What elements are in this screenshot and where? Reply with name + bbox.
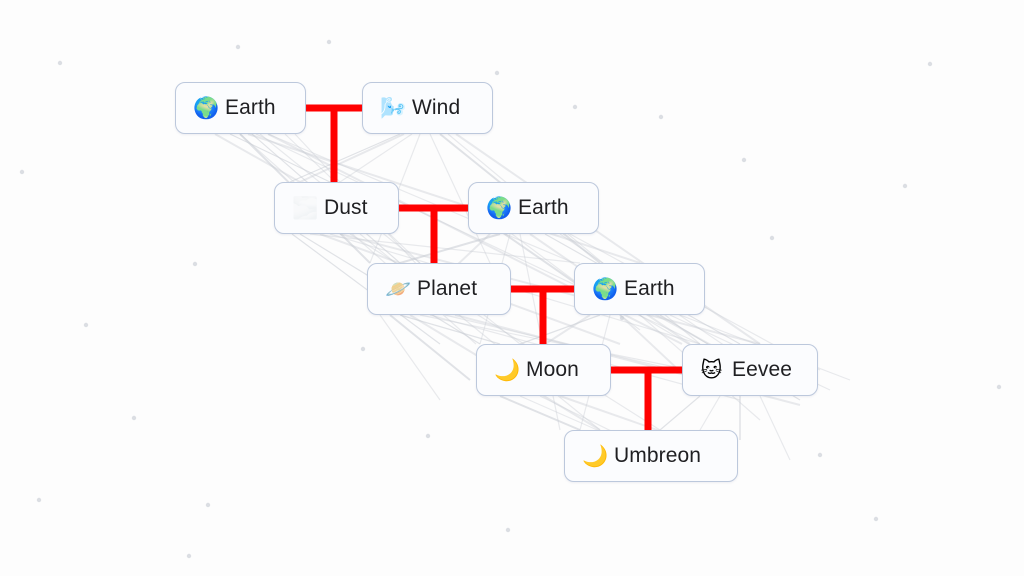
background-dot: [360, 346, 366, 352]
background-dot: [996, 384, 1002, 390]
background-dot: [769, 235, 775, 241]
background-dot: [817, 452, 823, 458]
element-node-moon[interactable]: 🌙 Moon: [476, 344, 611, 396]
element-node-label: Dust: [324, 196, 368, 219]
element-node-label: Eevee: [732, 358, 793, 381]
background-dot: [494, 70, 500, 76]
background-dot: [131, 415, 137, 421]
element-node-label: Earth: [225, 96, 276, 119]
ringed-planet-icon: 🪐: [385, 277, 412, 301]
cat-face-icon: 🐱: [700, 358, 723, 382]
background-dot: [505, 527, 511, 533]
element-node-earth2[interactable]: 🌍 Earth: [468, 182, 599, 234]
background-dot: [572, 104, 578, 110]
element-node-earth3[interactable]: 🌍 Earth: [574, 263, 705, 315]
background-dot: [19, 169, 25, 175]
background-dot: [205, 502, 211, 508]
hint-line: [399, 314, 501, 345]
hint-line: [214, 133, 301, 183]
element-node-wind[interactable]: 🌬️ Wind: [362, 82, 493, 134]
background-dot: [186, 553, 192, 559]
hint-line: [229, 133, 331, 183]
element-node-label: Wind: [412, 96, 461, 119]
recipe-connector-dust: [306, 104, 362, 182]
background-dot: [235, 44, 241, 50]
hint-lines-layer: [214, 133, 851, 461]
element-node-label: Earth: [624, 277, 675, 300]
hint-line: [759, 395, 791, 461]
hint-line: [659, 395, 701, 431]
background-dot: [425, 433, 431, 439]
background-dot: [326, 39, 332, 45]
dust-cloud-icon: 🌫️: [292, 196, 319, 220]
earth-globe-icon: 🌍: [592, 277, 619, 301]
element-node-label: Earth: [518, 196, 569, 219]
background-dot: [902, 183, 908, 189]
background-dot: [83, 322, 89, 328]
hint-line: [519, 233, 561, 431]
earth-globe-icon: 🌍: [193, 96, 220, 120]
background-dot: [873, 516, 879, 522]
hint-line: [379, 314, 441, 401]
element-node-planet[interactable]: 🪐 Planet: [367, 263, 511, 315]
background-dot: [619, 315, 625, 321]
element-node-dust[interactable]: 🌫️ Dust: [274, 182, 399, 234]
background-dot: [57, 60, 63, 66]
hint-line: [339, 133, 413, 183]
recipe-links-layer: [306, 104, 682, 430]
background-dot: [741, 157, 747, 163]
background-dots-layer: [19, 39, 1002, 559]
recipe-connector-moon: [511, 285, 574, 344]
hint-line: [499, 395, 581, 431]
recipe-connector-planet: [399, 204, 468, 263]
element-node-label: Umbreon: [614, 444, 702, 467]
crescent-moon-icon: 🌙: [582, 444, 609, 468]
crescent-moon-icon: 🌙: [494, 358, 521, 382]
background-dot: [658, 114, 664, 120]
crafting-canvas[interactable]: 🌍 Earth 🌬️ Wind 🌫️ Dust 🌍 Earth 🪐 Planet 🌍 Earth 🌙 Mo…: [0, 0, 1024, 576]
element-node-label: Moon: [526, 358, 579, 381]
recipe-connector-umbreon: [611, 366, 682, 430]
hint-line: [299, 133, 405, 183]
hint-line: [399, 233, 501, 264]
wind-blowing-icon: 🌬️: [380, 96, 407, 120]
element-node-eevee[interactable]: 🐱 Eevee: [682, 344, 818, 396]
hint-line: [699, 395, 721, 431]
earth-globe-icon: 🌍: [486, 196, 513, 220]
background-dot: [36, 497, 42, 503]
hint-line: [309, 233, 581, 264]
hint-line: [289, 133, 401, 183]
background-dot: [192, 261, 198, 267]
element-node-earth1[interactable]: 🌍 Earth: [175, 82, 306, 134]
element-node-umbreon[interactable]: 🌙 Umbreon: [564, 430, 738, 482]
background-dot: [927, 61, 933, 67]
hint-line: [519, 314, 601, 345]
element-node-label: Planet: [417, 277, 478, 300]
hint-line: [389, 314, 471, 381]
